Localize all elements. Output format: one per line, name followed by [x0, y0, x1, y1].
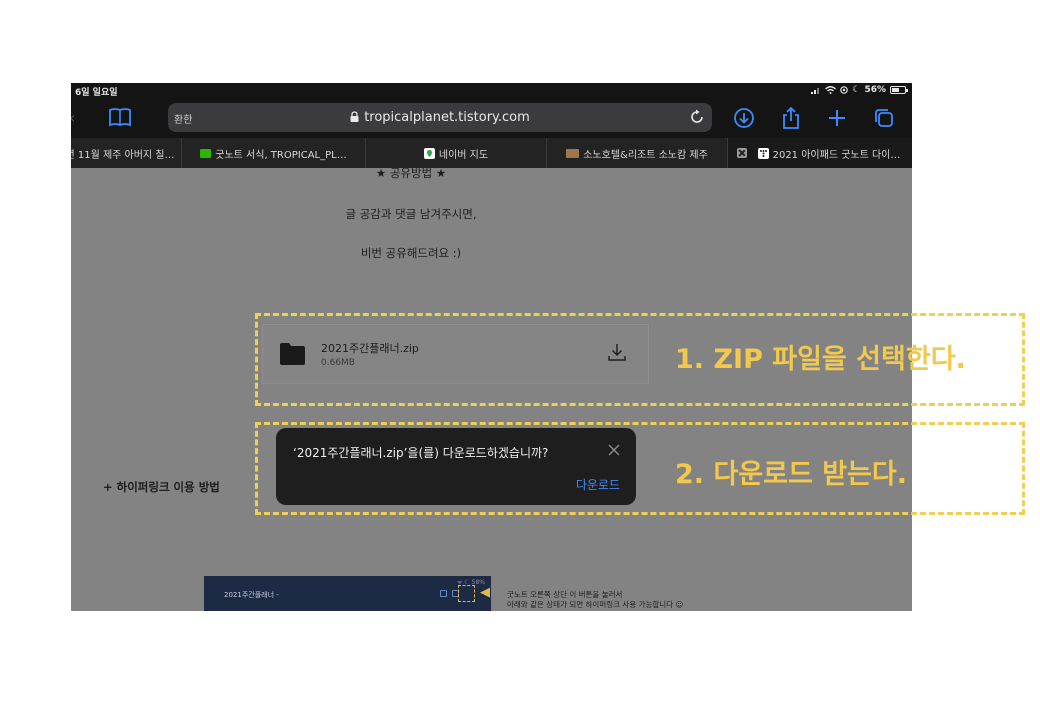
- tabs-overview-icon[interactable]: [873, 107, 895, 129]
- wifi-icon: [825, 86, 837, 94]
- tab-4[interactable]: 소노호텔&리조트 소노캄 제주: [547, 138, 728, 168]
- page-heading: ★ 공유방법 ★: [375, 166, 447, 180]
- tab-3[interactable]: 네이버 지도: [366, 138, 547, 168]
- hyperlink-usage-heading: + 하이퍼링크 이용 방법: [103, 480, 220, 494]
- naver-map-favicon-icon: [423, 147, 435, 159]
- signal-icon: [811, 88, 820, 94]
- bookmarks-icon[interactable]: [109, 107, 131, 127]
- preview-highlight-box: [458, 585, 475, 602]
- sono-favicon-icon: [566, 148, 580, 158]
- battery-percent: 56%: [864, 85, 886, 95]
- reload-icon[interactable]: [689, 109, 705, 125]
- url-display[interactable]: tropicalplanet.tistory.com: [168, 110, 712, 125]
- tab-label: 굿노트 서식, TROPICAL_PL…: [215, 149, 347, 161]
- status-bar: 6일 일요일 ☾ 56%: [71, 83, 912, 98]
- preview-note-line2: 아래와 같은 상태가 되면 하이퍼링크 사용 가능합니다 ☺: [507, 600, 684, 609]
- back-chevron-icon[interactable]: ‹: [71, 108, 75, 127]
- preview-note-line1: 굿노트 오른쪽 상단 이 버튼을 눌러서: [507, 590, 623, 599]
- status-indicators: ☾ 56%: [811, 85, 908, 95]
- browser-toolbar: ‹ 환한 tropicalplanet.tistory.com: [71, 98, 912, 138]
- tab-bar: 년 11월 제주 아버지 칠… 굿노트 서식, TROPICAL_PL… 네이버…: [71, 138, 912, 168]
- url-text: tropicalplanet.tistory.com: [364, 110, 530, 125]
- page-text-line1: 글 공감과 댓글 남겨주시면,: [345, 207, 477, 221]
- tab-label: 년 11월 제주 아버지 칠…: [71, 149, 175, 161]
- tab-close-icon[interactable]: [737, 148, 747, 158]
- page-text-line2: 비번 공유해드려요 :): [360, 246, 462, 260]
- tutorial-preview-image: 2021주간플래너 - ᯤ ☾ 58% ◀: [204, 576, 491, 611]
- status-date: 6일 일요일: [75, 88, 118, 98]
- share-icon[interactable]: [780, 107, 802, 129]
- tab-label: 네이버 지도: [438, 149, 489, 161]
- location-icon: [840, 86, 849, 94]
- tab-label: 소노호텔&리조트 소노캄 제주: [583, 149, 708, 161]
- tistory-favicon-icon: [757, 147, 769, 159]
- moon-icon: ☾: [852, 85, 861, 95]
- tab-1[interactable]: 년 11월 제주 아버지 칠…: [71, 138, 182, 168]
- annotation-step2: 2. 다운로드 받는다.: [675, 459, 907, 490]
- annotation-step1: 1. ZIP 파일을 선택한다.: [675, 344, 966, 375]
- address-bar[interactable]: 환한 tropicalplanet.tistory.com: [168, 103, 712, 132]
- preview-title: 2021주간플래너 -: [224, 591, 279, 599]
- goodnote-favicon-icon: [200, 148, 212, 158]
- preview-note: 굿노트 오른쪽 상단 이 버튼을 눌러서 아래와 같은 상태가 되면 하이퍼링크…: [507, 590, 683, 610]
- tab-5-active[interactable]: 2021 아이패드 굿노트 다이…: [728, 138, 912, 168]
- lock-icon: [350, 111, 359, 122]
- new-tab-plus-icon[interactable]: [826, 107, 848, 129]
- annotation-box-step2: [255, 422, 1025, 515]
- arrow-left-icon: ◀: [480, 585, 490, 600]
- tab-label: 2021 아이패드 굿노트 다이…: [772, 149, 901, 161]
- downloads-icon[interactable]: [733, 107, 755, 129]
- battery-icon: [890, 86, 908, 94]
- tab-2[interactable]: 굿노트 서식, TROPICAL_PL…: [182, 138, 366, 168]
- battery-fill: [892, 88, 899, 92]
- preview-toolbar-icons: [440, 590, 459, 597]
